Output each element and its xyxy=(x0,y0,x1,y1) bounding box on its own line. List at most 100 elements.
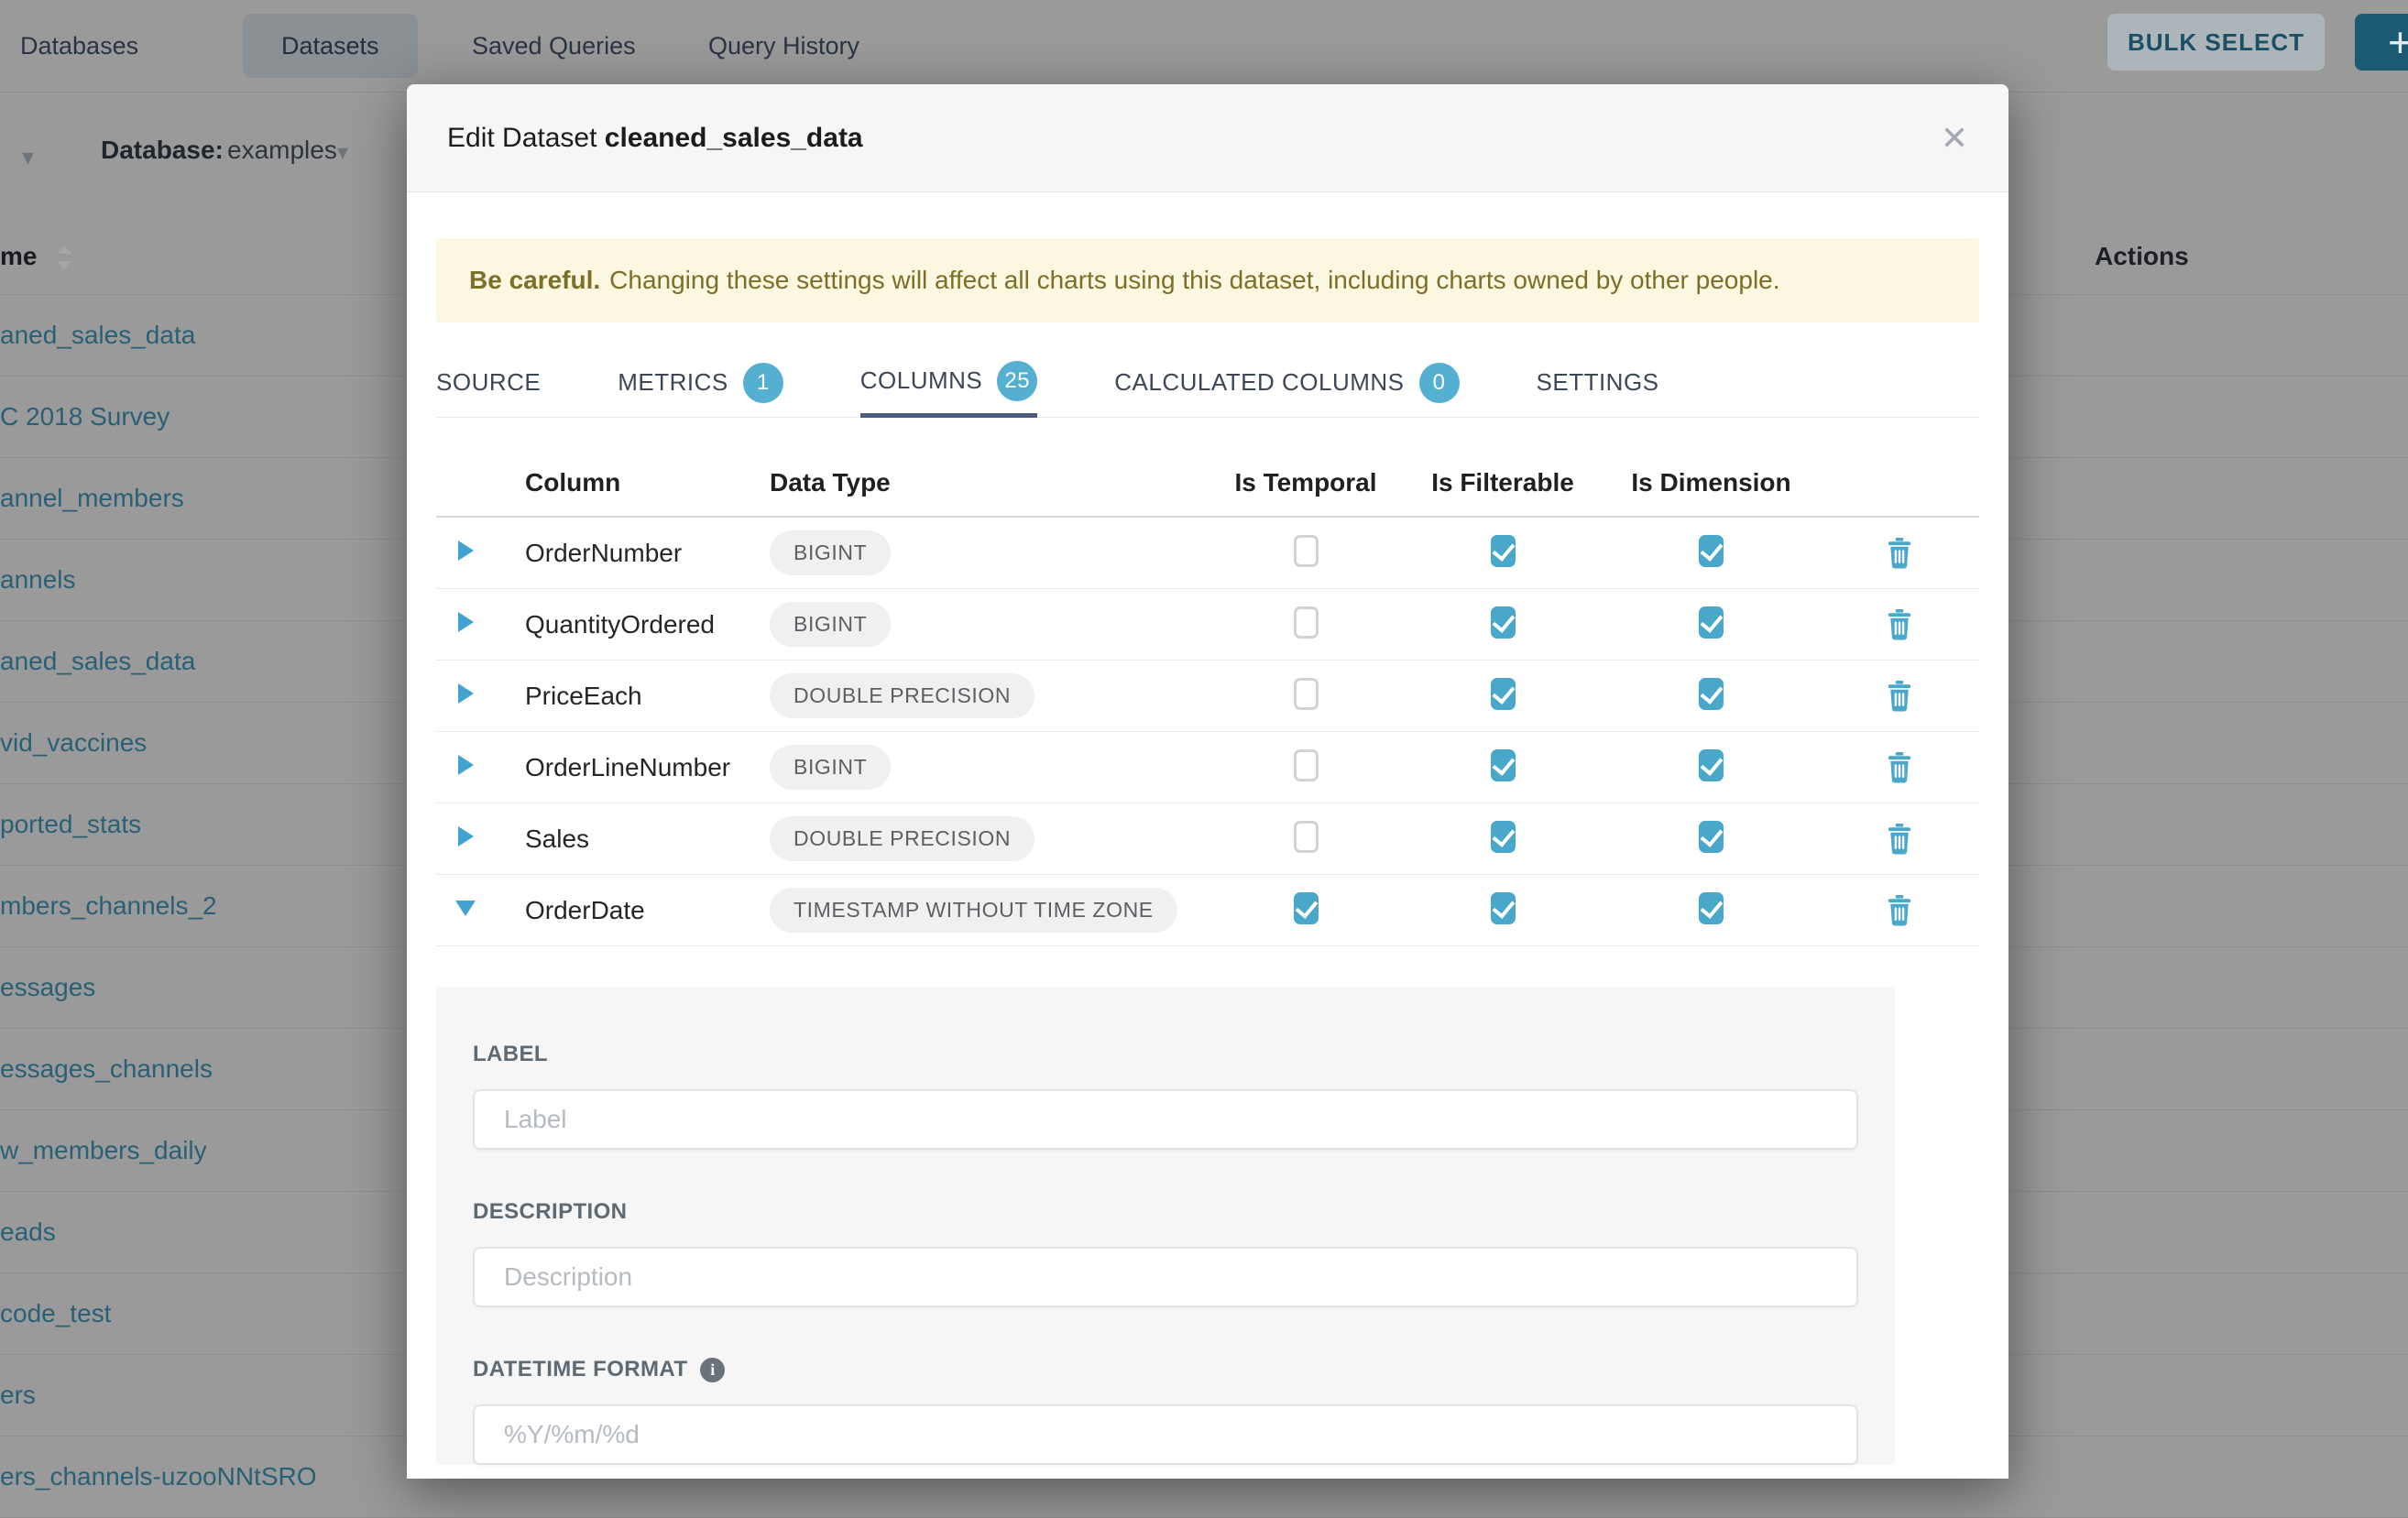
database-filter-value[interactable]: examples xyxy=(227,136,337,165)
modal-tabs: SOURCE METRICS1 COLUMNS25 CALCULATED COLUMN… xyxy=(436,348,1979,418)
dataset-link[interactable]: mbers_channels_2 xyxy=(0,891,217,921)
datetime-format-field-group: DATETIME FORMAT i xyxy=(473,1357,1858,1465)
data-type-pill: DOUBLE PRECISION xyxy=(770,673,1034,718)
is-dimension-checkbox[interactable] xyxy=(1699,892,1724,924)
is-dimension-checkbox[interactable] xyxy=(1699,821,1724,853)
dataset-link[interactable]: ers_channels-uzooNNtSRO xyxy=(0,1462,317,1491)
is-dimension-checkbox[interactable] xyxy=(1699,678,1724,710)
dataset-link[interactable]: C 2018 Survey xyxy=(0,402,170,431)
nav-item-databases[interactable]: Databases xyxy=(20,0,138,92)
nav-item-query-history[interactable]: Query History xyxy=(708,0,859,92)
is-filterable-checkbox[interactable] xyxy=(1491,892,1516,924)
is-temporal-checkbox[interactable] xyxy=(1294,749,1319,781)
filter-caret-icon[interactable]: ▾ xyxy=(22,143,34,171)
data-type-pill: BIGINT xyxy=(770,530,891,575)
dataset-link[interactable]: annels xyxy=(0,565,76,595)
tab-label: METRICS xyxy=(618,368,728,397)
description-field-group: DESCRIPTION xyxy=(473,1199,1858,1307)
dataset-link[interactable]: ported_stats xyxy=(0,810,141,839)
tab-label: SOURCE xyxy=(436,368,541,397)
delete-column-button[interactable] xyxy=(1886,752,1913,783)
expand-caret-icon[interactable] xyxy=(458,612,474,632)
delete-column-button[interactable] xyxy=(1886,609,1913,640)
delete-column-button[interactable] xyxy=(1886,681,1913,712)
dataset-link[interactable]: aned_sales_data xyxy=(0,647,195,676)
data-type-pill: DOUBLE PRECISION xyxy=(770,816,1034,861)
trash-icon xyxy=(1886,895,1913,926)
modal-title: Edit Dataset cleaned_sales_data xyxy=(447,123,863,154)
is-dimension-checkbox[interactable] xyxy=(1699,535,1724,567)
data-type-pill: BIGINT xyxy=(770,602,891,647)
datetime-format-input[interactable] xyxy=(473,1404,1858,1465)
header-data-type: Data Type xyxy=(770,468,1209,497)
bulk-select-button[interactable]: BULK SELECT xyxy=(2107,14,2325,71)
dataset-link[interactable]: aned_sales_data xyxy=(0,321,195,350)
top-navigation: Databases Datasets Saved Queries Query H… xyxy=(0,0,2408,93)
warning-bold-text: Be careful. xyxy=(469,266,600,295)
is-filterable-checkbox[interactable] xyxy=(1491,606,1516,639)
is-temporal-checkbox[interactable] xyxy=(1294,678,1319,710)
column-name: Sales xyxy=(495,825,770,854)
tab-source[interactable]: SOURCE xyxy=(436,348,541,417)
expand-caret-icon[interactable] xyxy=(458,755,474,775)
description-input[interactable] xyxy=(473,1247,1858,1307)
is-filterable-checkbox[interactable] xyxy=(1491,821,1516,853)
column-row: SalesDOUBLE PRECISION xyxy=(436,803,1979,875)
is-temporal-checkbox[interactable] xyxy=(1294,821,1319,853)
dataset-link[interactable]: annel_members xyxy=(0,484,184,513)
is-temporal-checkbox[interactable] xyxy=(1294,606,1319,639)
nav-item-datasets[interactable]: Datasets xyxy=(243,14,418,78)
header-is-filterable: Is Filterable xyxy=(1431,468,1574,497)
tab-badge: 0 xyxy=(1419,363,1460,403)
column-name: OrderLineNumber xyxy=(495,753,770,782)
label-field-group: LABEL xyxy=(473,1042,1858,1150)
is-filterable-checkbox[interactable] xyxy=(1491,749,1516,781)
dataset-link[interactable]: ers xyxy=(0,1381,36,1410)
database-caret-icon[interactable]: ▾ xyxy=(337,139,348,166)
plus-icon: + xyxy=(2388,17,2408,67)
close-icon[interactable]: ✕ xyxy=(1941,122,1968,155)
dataset-link[interactable]: w_members_daily xyxy=(0,1136,207,1165)
is-temporal-checkbox[interactable] xyxy=(1294,535,1319,567)
delete-column-button[interactable] xyxy=(1886,538,1913,569)
dataset-link[interactable]: code_test xyxy=(0,1299,111,1328)
is-dimension-checkbox[interactable] xyxy=(1699,606,1724,639)
is-dimension-checkbox[interactable] xyxy=(1699,749,1724,781)
sort-icon[interactable] xyxy=(55,246,71,269)
column-name: OrderNumber xyxy=(495,539,770,568)
is-temporal-checkbox[interactable] xyxy=(1294,892,1319,924)
column-row: OrderDateTIMESTAMP WITHOUT TIME ZONE xyxy=(436,875,1979,946)
info-icon[interactable]: i xyxy=(700,1358,725,1382)
nav-item-saved-queries[interactable]: Saved Queries xyxy=(472,0,636,92)
collapse-caret-icon[interactable] xyxy=(455,901,476,916)
column-name: QuantityOrdered xyxy=(495,610,770,639)
dataset-link[interactable]: eads xyxy=(0,1218,56,1247)
column-row: PriceEachDOUBLE PRECISION xyxy=(436,661,1979,732)
add-dataset-button[interactable]: + xyxy=(2355,14,2408,71)
expand-caret-icon[interactable] xyxy=(458,541,474,561)
label-input[interactable] xyxy=(473,1089,1858,1150)
column-row: OrderNumberBIGINT xyxy=(436,518,1979,589)
delete-column-button[interactable] xyxy=(1886,895,1913,926)
dataset-link[interactable]: essages xyxy=(0,973,95,1002)
delete-column-button[interactable] xyxy=(1886,824,1913,855)
expand-caret-icon[interactable] xyxy=(458,826,474,846)
label-field-label: LABEL xyxy=(473,1042,1858,1067)
tab-calculated-columns[interactable]: CALCULATED COLUMNS0 xyxy=(1114,348,1459,417)
trash-icon xyxy=(1886,681,1913,712)
warning-text: Changing these settings will affect all … xyxy=(609,266,1779,295)
dataset-link[interactable]: essages_channels xyxy=(0,1054,213,1084)
tab-columns[interactable]: COLUMNS25 xyxy=(860,348,1038,418)
is-filterable-checkbox[interactable] xyxy=(1491,535,1516,567)
name-column-header[interactable]: me xyxy=(0,242,37,271)
tab-metrics[interactable]: METRICS1 xyxy=(618,348,783,417)
modal-body: Be careful. Changing these settings will… xyxy=(407,238,2008,1465)
modal-title-dataset-name: cleaned_sales_data xyxy=(605,123,863,153)
columns-table-header: Column Data Type Is Temporal Is Filterab… xyxy=(436,450,1979,518)
column-name: OrderDate xyxy=(495,896,770,925)
expand-caret-icon[interactable] xyxy=(458,683,474,704)
column-name: PriceEach xyxy=(495,682,770,711)
is-filterable-checkbox[interactable] xyxy=(1491,678,1516,710)
tab-settings[interactable]: SETTINGS xyxy=(1537,348,1659,417)
dataset-link[interactable]: vid_vaccines xyxy=(0,728,147,758)
